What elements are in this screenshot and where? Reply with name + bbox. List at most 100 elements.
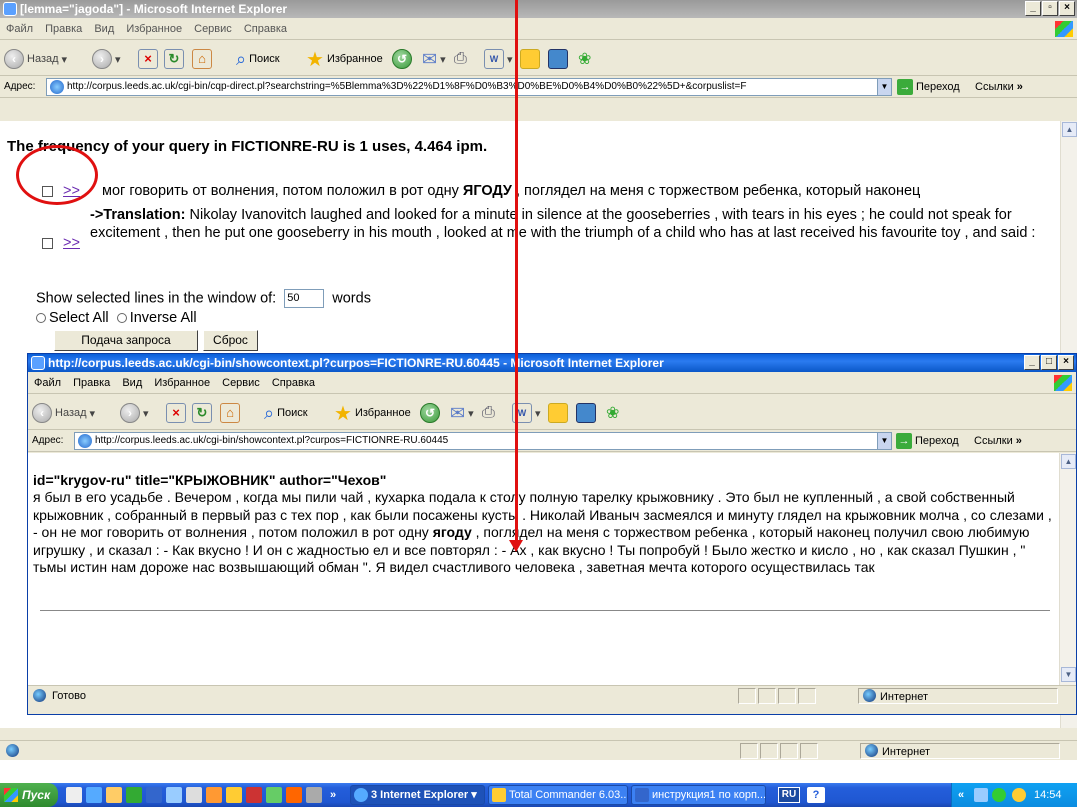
clock[interactable]: 14:54 xyxy=(1034,783,1062,807)
menu-tools[interactable]: Сервис xyxy=(222,377,260,389)
window-size-input[interactable]: 50 xyxy=(284,289,325,308)
toolbar-context: ‹ Назад ▾ › ▾ × ↻ ⌂ ⌕ Поиск ★ Избранное ↺ ✉ ▾ … xyxy=(28,394,1076,430)
messenger-icon[interactable]: ❀ xyxy=(578,49,591,69)
menu-help[interactable]: Справка xyxy=(272,377,315,389)
search-button[interactable]: ⌕ Поиск xyxy=(264,402,308,424)
messenger-icon[interactable]: ❀ xyxy=(606,403,619,423)
minimize-button[interactable]: _ xyxy=(1025,1,1041,16)
language-indicator[interactable]: RU xyxy=(778,787,800,803)
menu-tools[interactable]: Сервис xyxy=(194,23,232,35)
menu-view[interactable]: Вид xyxy=(122,377,142,389)
quicklaunch-ie-icon[interactable] xyxy=(86,787,102,803)
tray-app-icon[interactable] xyxy=(1012,788,1026,802)
task-word-document[interactable]: инструкция1 по корп... xyxy=(631,785,766,805)
menu-view[interactable]: Вид xyxy=(94,23,114,35)
stop-icon[interactable]: × xyxy=(138,49,158,69)
translation-checkbox[interactable] xyxy=(42,237,53,249)
mail-icon[interactable]: ✉ xyxy=(450,403,465,424)
context-content: id="krygov-ru" title="КРЫЖОВНИК" author=… xyxy=(28,453,1059,685)
menu-help[interactable]: Справка xyxy=(244,23,287,35)
research-icon[interactable] xyxy=(576,403,596,423)
task-internet-explorer[interactable]: 3 Internet Explorer ▾ xyxy=(350,785,485,805)
inverse-all-radio[interactable] xyxy=(116,313,127,324)
go-button[interactable]: → Переход xyxy=(896,432,959,450)
search-icon: ⌕ xyxy=(264,402,275,423)
volume-icon[interactable] xyxy=(974,788,988,802)
links-button[interactable]: Ссылки» xyxy=(974,432,1022,450)
title-bar-context[interactable]: http://corpus.leeds.ac.uk/cgi-bin/showco… xyxy=(28,354,1076,372)
print-icon[interactable]: ⎙ xyxy=(454,50,467,68)
submit-button[interactable]: Подача запроса xyxy=(54,330,198,351)
context-scrollbar[interactable]: ▲ ▼ xyxy=(1059,453,1076,685)
print-icon[interactable]: ⎙ xyxy=(482,404,495,422)
menu-edit[interactable]: Правка xyxy=(73,377,110,389)
show-label: Show selected lines in the window of: xyxy=(36,290,277,307)
close-button[interactable]: × xyxy=(1058,355,1074,370)
tray-expand-icon[interactable]: « xyxy=(958,783,964,807)
system-tray: « 14:54 xyxy=(951,783,1077,807)
forward-button[interactable]: › ▾ xyxy=(92,48,121,70)
quicklaunch-save-icon[interactable] xyxy=(246,787,262,803)
menu-file[interactable]: Файл xyxy=(34,377,61,389)
star-icon: ★ xyxy=(334,402,352,425)
links-button[interactable]: Ссылки» xyxy=(975,78,1023,96)
close-button[interactable]: × xyxy=(1059,1,1075,16)
menu-edit[interactable]: Правка xyxy=(45,23,82,35)
quicklaunch-folder-icon[interactable] xyxy=(226,787,242,803)
menu-file[interactable]: Файл xyxy=(6,23,33,35)
scroll-down-button[interactable]: ▼ xyxy=(1061,667,1076,682)
quicklaunch-more-icon[interactable]: » xyxy=(330,783,336,807)
quicklaunch-app3-icon[interactable] xyxy=(266,787,282,803)
help-icon[interactable]: ? xyxy=(807,787,825,803)
address-dropdown[interactable]: ▼ xyxy=(877,433,891,449)
mail-icon[interactable]: ✉ xyxy=(422,49,437,70)
scroll-up-button[interactable]: ▲ xyxy=(1062,122,1077,137)
select-all-radio[interactable] xyxy=(36,313,46,324)
word-edit-icon[interactable]: W xyxy=(484,49,504,69)
go-button[interactable]: → Переход xyxy=(897,78,960,96)
back-button[interactable]: ‹ Назад ▾ xyxy=(32,402,95,424)
select-row: Select All Inverse All xyxy=(36,310,197,326)
menu-favorites[interactable]: Избранное xyxy=(154,377,210,389)
reset-button[interactable]: Сброс xyxy=(203,330,258,351)
favorites-button[interactable]: ★ Избранное xyxy=(306,48,383,71)
address-dropdown[interactable]: ▼ xyxy=(877,79,891,95)
search-button[interactable]: ⌕ Поиск xyxy=(236,48,280,70)
research-icon[interactable] xyxy=(548,49,568,69)
folder-icon[interactable] xyxy=(520,49,540,69)
quicklaunch-explorer-icon[interactable] xyxy=(106,787,122,803)
quicklaunch-tool-icon[interactable] xyxy=(186,787,202,803)
refresh-icon[interactable]: ↻ xyxy=(192,403,212,423)
address-input[interactable]: http://corpus.leeds.ac.uk/cgi-bin/showco… xyxy=(74,432,892,450)
media-icon[interactable]: ↺ xyxy=(420,403,440,423)
scroll-up-button[interactable]: ▲ xyxy=(1061,454,1076,469)
home-icon[interactable]: ⌂ xyxy=(220,403,240,423)
quicklaunch-word-icon[interactable] xyxy=(146,787,162,803)
quicklaunch-desktop-icon[interactable] xyxy=(66,787,82,803)
start-button[interactable]: Пуск xyxy=(0,783,58,807)
address-input[interactable]: http://corpus.leeds.ac.uk/cgi-bin/cqp-di… xyxy=(46,78,892,96)
favorites-button[interactable]: ★ Избранное xyxy=(334,402,411,425)
translation-label: ->Translation: xyxy=(90,207,186,223)
media-icon[interactable]: ↺ xyxy=(392,49,412,69)
stop-icon[interactable]: × xyxy=(166,403,186,423)
home-icon[interactable]: ⌂ xyxy=(192,49,212,69)
quicklaunch-app4-icon[interactable] xyxy=(286,787,302,803)
quicklaunch-excel-icon[interactable] xyxy=(126,787,142,803)
forward-button[interactable]: › ▾ xyxy=(120,402,149,424)
menu-favorites[interactable]: Избранное xyxy=(126,23,182,35)
maximize-button[interactable]: □ xyxy=(1041,355,1057,370)
divider xyxy=(40,610,1050,611)
network-icon[interactable] xyxy=(992,788,1006,802)
refresh-icon[interactable]: ↻ xyxy=(164,49,184,69)
translation-link[interactable]: >> xyxy=(63,235,80,251)
title-bar[interactable]: [lemma="jagoda"] - Microsoft Internet Ex… xyxy=(0,0,1077,18)
task-total-commander[interactable]: Total Commander 6.03... xyxy=(488,785,628,805)
minimize-button[interactable]: _ xyxy=(1024,355,1040,370)
quicklaunch-app2-icon[interactable] xyxy=(206,787,222,803)
quicklaunch-app-icon[interactable] xyxy=(166,787,182,803)
back-button[interactable]: ‹ Назад ▾ xyxy=(4,48,67,70)
folder-icon[interactable] xyxy=(548,403,568,423)
restore-button[interactable]: ▫ xyxy=(1042,1,1058,16)
quicklaunch-app5-icon[interactable] xyxy=(306,787,322,803)
